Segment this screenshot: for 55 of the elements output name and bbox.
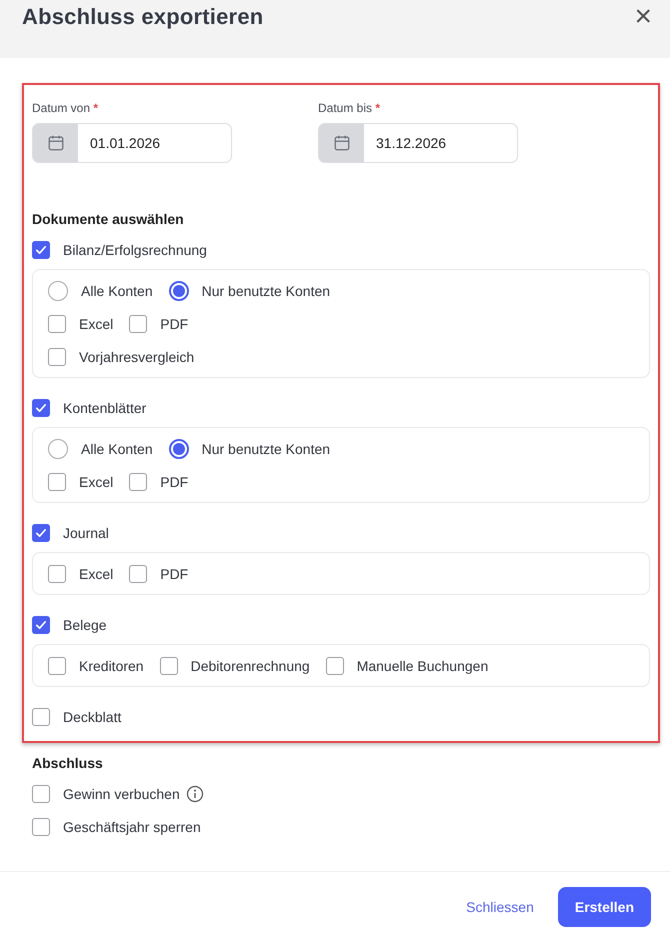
- checkbox-label: Excel: [79, 316, 114, 332]
- checkbox[interactable]: [32, 524, 50, 542]
- checkbox-label: Belege: [63, 616, 107, 632]
- checkbox-label: Kontenblätter: [63, 400, 146, 416]
- checkbox[interactable]: [32, 708, 50, 726]
- checkbox-label: Excel: [79, 474, 114, 490]
- close-button[interactable]: ×: [634, 2, 652, 32]
- checkbox[interactable]: [48, 472, 66, 490]
- checkbox-label: Gewinn verbuchen: [63, 786, 180, 802]
- info-icon[interactable]: [186, 784, 204, 802]
- checkbox[interactable]: [32, 784, 50, 802]
- checkbox-label: Journal: [63, 524, 109, 540]
- checkbox-label: Excel: [79, 566, 114, 582]
- checkbox[interactable]: [48, 348, 66, 366]
- calendar-icon: [332, 134, 350, 152]
- checkbox[interactable]: [160, 656, 178, 674]
- checkbox-label: Geschäftsjahr sperren: [63, 818, 201, 834]
- checkbox[interactable]: [48, 564, 66, 582]
- checkbox-label: Bilanz/Erfolgsrechnung: [63, 242, 207, 258]
- checkbox-label: Manuelle Buchungen: [356, 658, 488, 674]
- close-link[interactable]: Schliessen: [458, 891, 542, 923]
- radio-button[interactable]: [168, 438, 189, 458]
- calendar-icon: [46, 134, 64, 152]
- checkbox-label: Vorjahresvergleich: [79, 348, 194, 364]
- checkbox-label: Kreditoren: [79, 658, 144, 674]
- date-field[interactable]: 01.01.2026: [32, 123, 232, 163]
- field-label: Datum von *: [32, 101, 100, 115]
- section-heading: Dokumente auswählen: [32, 211, 185, 227]
- checkbox[interactable]: [48, 656, 66, 674]
- checkbox[interactable]: [32, 818, 50, 836]
- radio-button[interactable]: [48, 438, 68, 458]
- radio-label: Nur benutzte Konten: [202, 440, 330, 456]
- checkbox[interactable]: [326, 656, 344, 674]
- date-field[interactable]: 31.12.2026: [318, 123, 518, 163]
- radio-button[interactable]: [168, 280, 189, 300]
- checkbox[interactable]: [32, 398, 50, 416]
- section-heading: Abschluss: [32, 755, 104, 771]
- radio-label: Alle Konten: [81, 440, 153, 456]
- checkbox[interactable]: [32, 240, 50, 258]
- checkbox-label: PDF: [160, 566, 188, 582]
- radio-label: Nur benutzte Konten: [202, 282, 330, 298]
- dialog-title: Abschluss exportieren: [22, 4, 264, 30]
- checkbox-label: Deckblatt: [63, 708, 122, 724]
- checkbox[interactable]: [48, 314, 66, 332]
- radio-button[interactable]: [48, 280, 68, 300]
- checkbox[interactable]: [129, 314, 148, 332]
- radio-label: Alle Konten: [81, 282, 153, 298]
- field-label: Datum bis *: [318, 101, 382, 115]
- checkbox[interactable]: [32, 616, 50, 634]
- checkbox[interactable]: [129, 472, 148, 490]
- create-button[interactable]: Erstellen: [558, 887, 651, 927]
- checkbox-label: Debitorenrechnung: [190, 658, 310, 674]
- checkbox-label: PDF: [160, 316, 188, 332]
- checkbox[interactable]: [129, 564, 148, 582]
- checkbox-label: PDF: [160, 474, 188, 490]
